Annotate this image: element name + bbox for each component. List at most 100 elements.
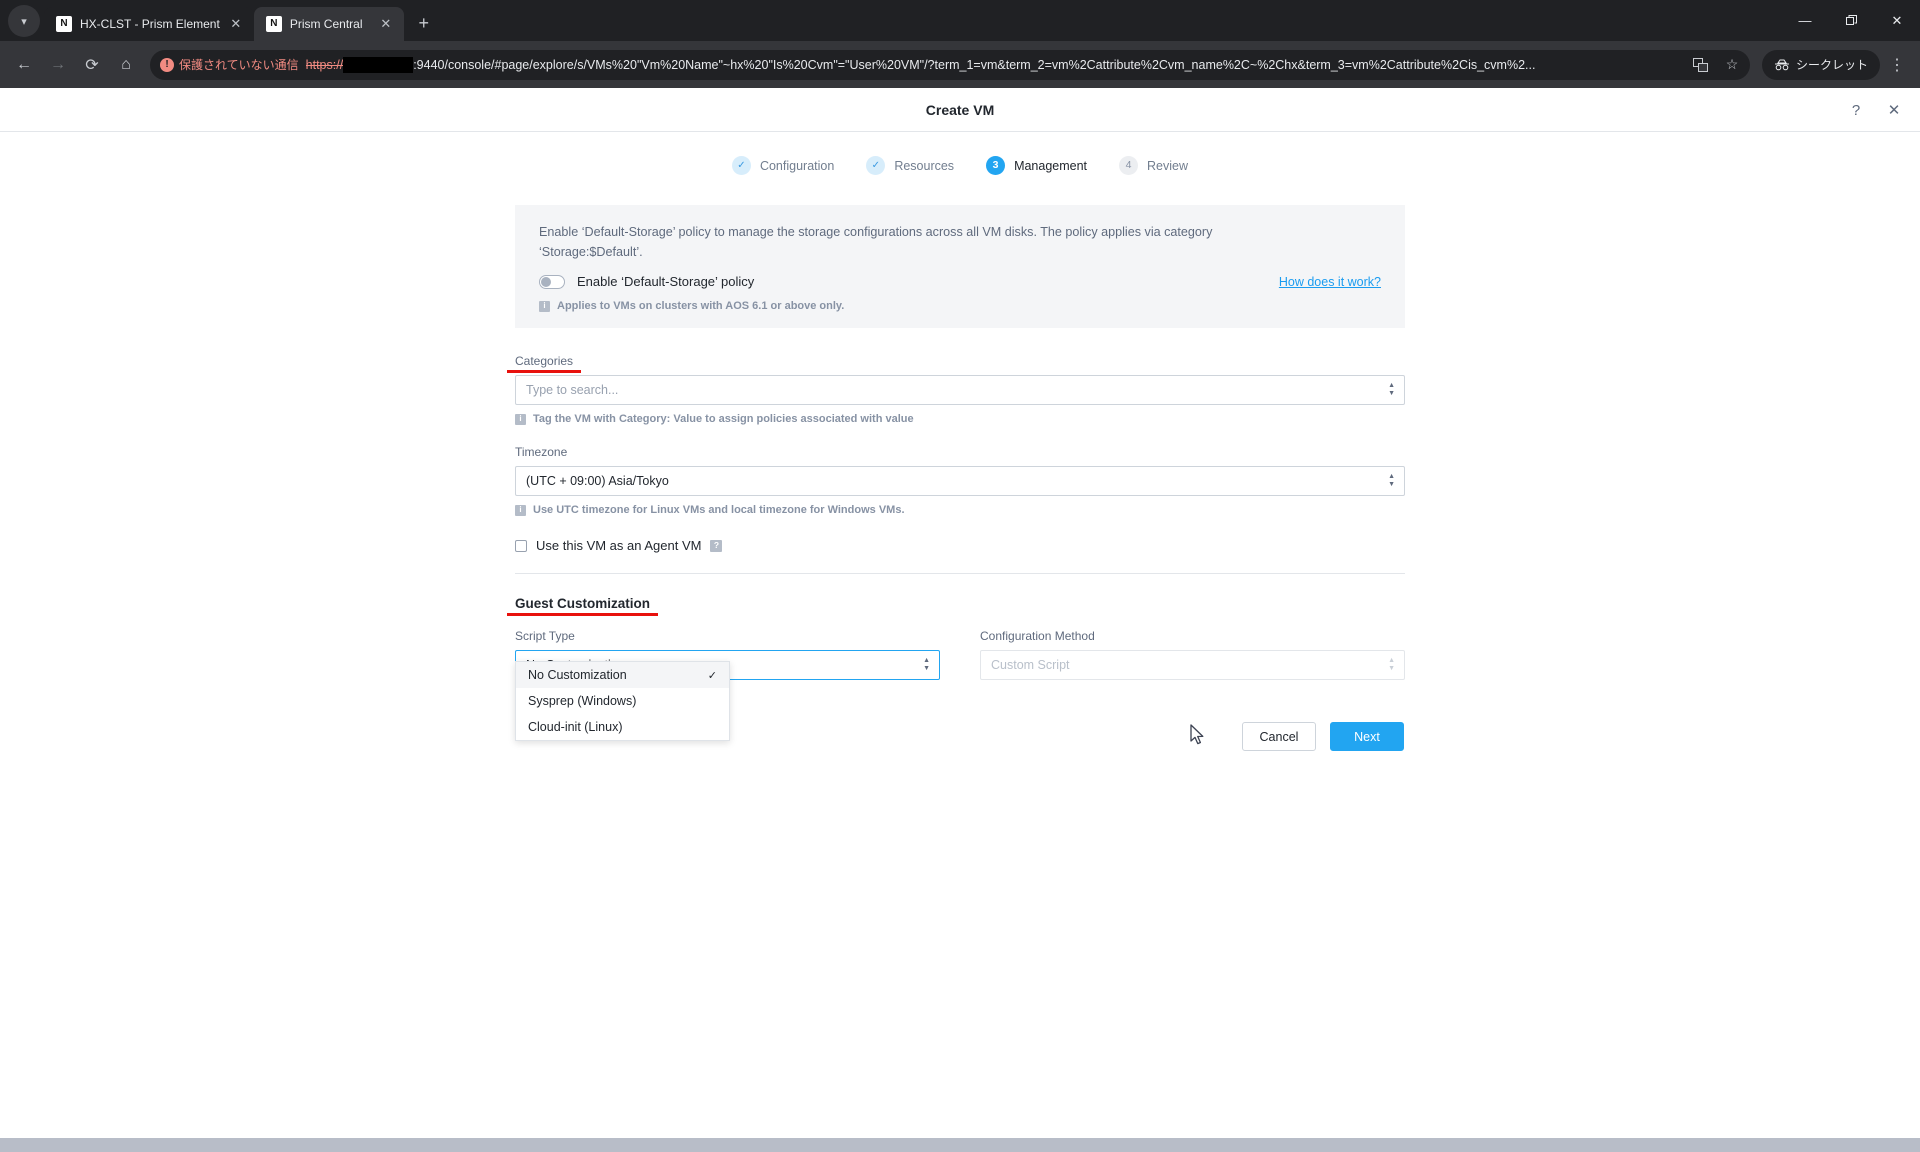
policy-note: i Applies to VMs on clusters with AOS 6.… [539, 300, 1381, 312]
mouse-cursor [1190, 724, 1206, 751]
modal-header: Create VM ? ✕ [0, 88, 1920, 132]
dropdown-option-label: Sysprep (Windows) [528, 694, 637, 709]
nutanix-favicon-icon: N [56, 16, 72, 32]
configuration-method-label: Configuration Method [980, 629, 1095, 644]
tab-close-icon[interactable]: ✕ [378, 16, 394, 32]
forward-button[interactable]: → [42, 49, 74, 81]
close-icon[interactable]: ✕ [1884, 100, 1904, 120]
agent-vm-checkbox[interactable] [515, 539, 527, 552]
not-secure-icon: ! [160, 57, 174, 72]
script-type-dropdown[interactable]: No Customization ✓ Sysprep (Windows) Clo… [515, 661, 730, 742]
timezone-field: Timezone (UTC + 09:00) Asia/Tokyo ▲ ▼ i U… [515, 443, 1405, 516]
help-icon[interactable]: ? [710, 539, 723, 552]
guest-customization-row: Script Type No Customization ▲▼ No Custo… [515, 627, 1405, 742]
policy-toggle-row: Enable ‘Default-Storage’ policy How does… [539, 274, 1381, 289]
step-label: Management [1014, 158, 1088, 173]
configuration-method-value: Custom Script [991, 658, 1070, 673]
url-text: https:// :9440/console/#page/explore/s/V… [305, 56, 1682, 73]
timezone-hint-text: Use UTC timezone for Linux VMs and local… [533, 504, 905, 517]
wizard-steps: ✓ Configuration ✓ Resources 3 Management… [0, 156, 1920, 175]
timezone-label: Timezone [515, 445, 568, 460]
not-secure-indicator[interactable]: ! 保護されていない通信 [160, 56, 299, 73]
dropdown-option-label: No Customization [528, 668, 627, 683]
step-label: Configuration [759, 158, 835, 173]
minimize-window-button[interactable]: — [1782, 0, 1828, 41]
browser-window: ▾ N HX-CLST - Prism Element ✕ N Prism Ce… [0, 0, 1920, 1152]
tab-title: HX-CLST - Prism Element [80, 17, 220, 31]
step-label: Resources [894, 158, 955, 173]
close-window-button[interactable]: ✕ [1874, 0, 1920, 41]
tab-close-icon[interactable]: ✕ [228, 16, 244, 32]
categories-hint: i Tag the VM with Category: Value to ass… [515, 413, 1405, 425]
step-bubble: ✓ [866, 156, 886, 175]
window-controls: — ✕ [1782, 0, 1920, 41]
chevron-updown-icon: ▲ ▼ [1388, 657, 1395, 673]
modal-header-actions: ? ✕ [1846, 88, 1904, 132]
dropdown-option-sysprep-windows[interactable]: Sysprep (Windows) [516, 688, 729, 714]
step-bubble: 3 [986, 156, 1006, 175]
cancel-button[interactable]: Cancel [1242, 722, 1316, 752]
browser-tab-prism-central[interactable]: N Prism Central ✕ [253, 7, 404, 41]
new-tab-button[interactable]: + [410, 9, 438, 37]
step-label: Review [1147, 158, 1189, 173]
home-button[interactable]: ⌂ [110, 49, 142, 81]
url-redaction-block [343, 56, 414, 73]
dropdown-option-cloud-init-linux[interactable]: Cloud-init (Linux) [516, 714, 729, 740]
default-storage-policy-panel: Enable ‘Default-Storage’ policy to manag… [515, 205, 1405, 329]
wizard-step-resources[interactable]: ✓ Resources [866, 156, 954, 175]
enable-default-storage-policy-toggle[interactable] [539, 274, 565, 289]
chevron-updown-icon: ▲ ▼ [923, 657, 930, 673]
help-icon[interactable]: ? [1846, 100, 1866, 120]
restore-icon [1845, 15, 1857, 25]
timezone-select[interactable]: (UTC + 09:00) Asia/Tokyo ▲ ▼ [515, 466, 1405, 497]
policy-toggle-label: Enable ‘Default-Storage’ policy [577, 274, 755, 290]
step-bubble: ✓ [731, 156, 751, 175]
incognito-label: シークレット [1795, 58, 1868, 72]
policy-toggle-group[interactable]: Enable ‘Default-Storage’ policy [539, 274, 754, 289]
policy-note-text: Applies to VMs on clusters with AOS 6.1 … [557, 300, 845, 313]
page-title: Create VM [925, 101, 995, 118]
wizard-step-management[interactable]: 3 Management [986, 156, 1087, 175]
not-secure-label: 保護されていない通信 [179, 58, 299, 72]
script-type-label: Script Type [515, 629, 575, 644]
star-icon[interactable]: ☆ [1720, 53, 1744, 77]
dropdown-option-no-customization[interactable]: No Customization ✓ [516, 662, 729, 689]
agent-vm-row[interactable]: Use this VM as an Agent VM ? [515, 538, 1405, 553]
chevron-updown-icon: ▲ ▼ [1388, 382, 1395, 398]
info-icon: i [515, 504, 526, 516]
url-path: :9440/console/#page/explore/s/VMs%20"Vm%… [413, 57, 1536, 72]
address-bar[interactable]: ! 保護されていない通信 https:// :9440/console/#pag… [150, 49, 1750, 80]
step-bubble: 4 [1119, 156, 1139, 175]
browser-menu-button[interactable]: ⋮ [1882, 50, 1912, 80]
nutanix-favicon-icon: N [265, 16, 282, 32]
dropdown-option-label: Cloud-init (Linux) [528, 720, 623, 735]
info-icon: i [539, 300, 550, 312]
categories-input[interactable]: Type to search... ▲ ▼ [515, 375, 1405, 406]
script-type-col: Script Type No Customization ▲▼ No Custo… [515, 627, 940, 742]
translate-icon[interactable] [1689, 53, 1713, 77]
wizard-step-configuration[interactable]: ✓ Configuration [731, 156, 835, 175]
back-button[interactable]: ← [8, 49, 40, 81]
section-divider [515, 573, 1405, 575]
browser-toolbar: ← → ⟳ ⌂ ! 保護されていない通信 https:// :9440/cons… [0, 41, 1920, 88]
configuration-method-select: Custom Script ▲ ▼ [980, 650, 1405, 681]
wizard-step-review[interactable]: 4 Review [1119, 156, 1188, 175]
reload-button[interactable]: ⟳ [76, 49, 108, 81]
incognito-indicator[interactable]: シークレット [1761, 49, 1880, 80]
timezone-hint: i Use UTC timezone for Linux VMs and loc… [515, 504, 1405, 516]
management-form: Enable ‘Default-Storage’ policy to manag… [506, 205, 1405, 752]
categories-field: Categories Type to search... ▲ ▼ i Tag th… [506, 352, 1405, 425]
bottom-status-bar [0, 1138, 1920, 1152]
categories-hint-text: Tag the VM with Category: Value to assig… [533, 413, 914, 426]
url-scheme: https:// [305, 57, 344, 72]
tab-search-button[interactable]: ▾ [8, 5, 40, 37]
how-does-it-work-link[interactable]: How does it work? [1279, 275, 1381, 289]
info-icon: i [515, 413, 526, 425]
agent-vm-label: Use this VM as an Agent VM [536, 538, 702, 554]
next-button[interactable]: Next [1330, 722, 1404, 752]
modal-body: ✓ Configuration ✓ Resources 3 Management… [0, 132, 1920, 752]
browser-tab-prism-element[interactable]: N HX-CLST - Prism Element ✕ [44, 7, 254, 41]
restore-window-button[interactable] [1828, 0, 1874, 41]
page-content: Create VM ? ✕ ✓ Configuration ✓ Resource… [0, 88, 1920, 1152]
chevron-updown-icon: ▲ ▼ [1388, 473, 1395, 489]
